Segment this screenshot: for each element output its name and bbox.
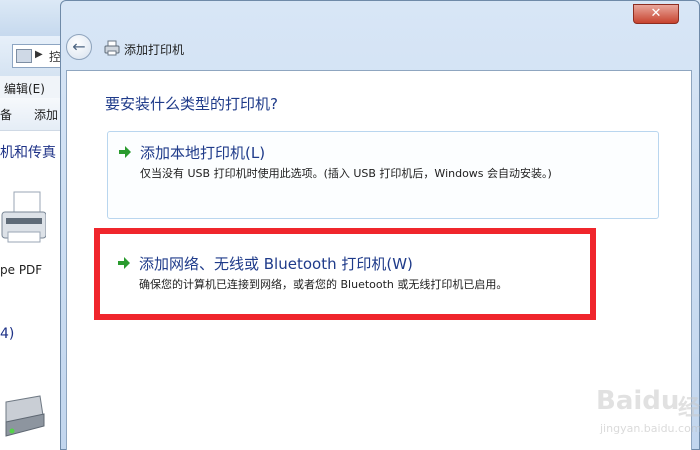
dialog-title: 添加打印机 (124, 43, 185, 57)
green-arrow-icon (119, 146, 131, 158)
option-title: 添加网络、无线或 Bluetooth 打印机(W) (139, 255, 413, 273)
question-heading: 要安装什么类型的打印机? (105, 95, 278, 113)
drive-icon[interactable] (0, 382, 46, 442)
printer-label[interactable]: pe PDF (0, 263, 42, 277)
option-description: 仅当没有 USB 打印机时使用此选项。(插入 USB 打印机后，Windows … (140, 167, 552, 180)
group-header-devices: 4) (0, 326, 15, 342)
control-panel-icon (16, 49, 32, 63)
group-header-printers: 机和传真 ( (0, 145, 66, 161)
printer-icon[interactable] (0, 188, 46, 248)
close-icon: ✕ (650, 6, 662, 21)
watermark-url: jingyan.baidu.com (600, 422, 700, 435)
printer-small-icon (104, 40, 120, 56)
back-arrow-icon: ← (72, 37, 86, 56)
dialog-nav-bar: ← 添加打印机 (66, 30, 692, 70)
close-button[interactable]: ✕ (633, 4, 679, 24)
option-description: 确保您的计算机已连接到网络，或者您的 Bluetooth 或无线打印机已启用。 (139, 278, 508, 291)
baidu-watermark: Baidu 经验 jingyan.baidu.com (590, 370, 700, 450)
option-add-network-printer[interactable]: 添加网络、无线或 Bluetooth 打印机(W) 确保您的计算机已连接到网络，… (107, 243, 659, 313)
chevron-right-icon[interactable]: ▶ (35, 49, 43, 60)
watermark-cn: 经验 (678, 396, 700, 421)
toolbar-item-1[interactable]: 备 (0, 106, 12, 123)
toolbar-item-add[interactable]: 添加 (34, 106, 58, 123)
back-button[interactable]: ← (66, 34, 92, 60)
option-title: 添加本地打印机(L) (140, 144, 266, 162)
watermark-logo: Baidu (596, 386, 680, 416)
menu-edit[interactable]: 编辑(E) (4, 80, 45, 97)
green-arrow-icon (118, 257, 130, 269)
option-add-local-printer[interactable]: 添加本地打印机(L) 仅当没有 USB 打印机时使用此选项。(插入 USB 打印… (107, 131, 659, 219)
add-printer-dialog: ✕ ← 添加打印机 要安装什么类型的打印机? 添加本地打印机(L) 仅当没有 U… (60, 0, 700, 450)
